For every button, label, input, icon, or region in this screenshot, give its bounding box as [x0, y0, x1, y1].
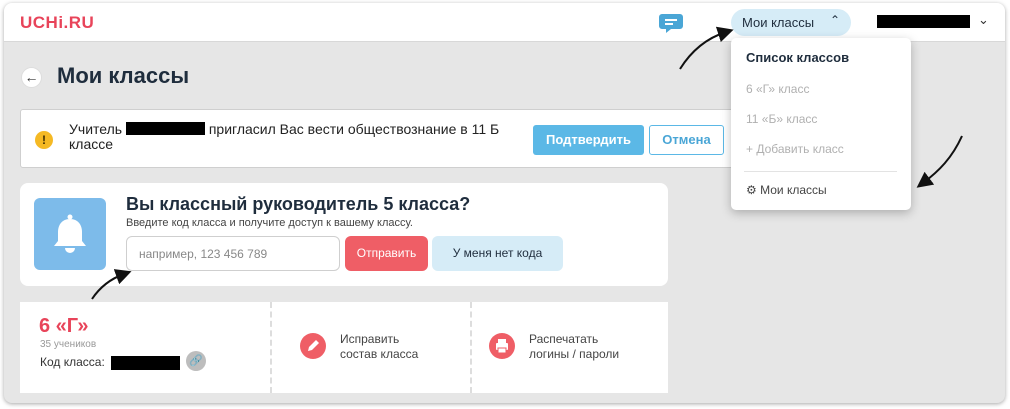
- dropdown-item-class-6g[interactable]: 6 «Г» класс: [746, 82, 809, 96]
- edit-class-line1: Исправить: [340, 332, 400, 346]
- dropdown-item-class-11b[interactable]: 11 «Б» класс: [746, 112, 817, 126]
- invite-text: Учитель пригласил Вас вести обществознан…: [69, 122, 539, 152]
- confirm-button[interactable]: Подтвердить: [533, 125, 644, 155]
- invite-banner: ! Учитель пригласил Вас вести обществозн…: [20, 109, 738, 168]
- print-logins-label: Распечатать логины / пароли: [529, 332, 619, 362]
- back-button[interactable]: ←: [21, 67, 42, 88]
- link-icon[interactable]: 🔗: [186, 351, 206, 371]
- my-classes-menu-button[interactable]: Мои классы ⌃: [731, 9, 851, 36]
- teacher-name-redacted: [125, 122, 205, 135]
- printer-icon: [489, 333, 515, 359]
- class-code-label: Код класса:: [40, 355, 105, 369]
- homeroom-card: Вы классный руководитель 5 класса? Введи…: [20, 183, 668, 286]
- class-code-redacted: [111, 356, 180, 370]
- top-bar: UCHi.RU Мои классы ⌃ ⌄: [4, 3, 1005, 42]
- cancel-button[interactable]: Отмена: [649, 125, 724, 155]
- send-button[interactable]: Отправить: [345, 236, 428, 271]
- edit-class-label: Исправить состав класса: [340, 332, 418, 362]
- homeroom-title: Вы классный руководитель 5 класса?: [126, 194, 471, 214]
- dropdown-divider: [744, 171, 897, 172]
- print-logins-line1: Распечатать: [529, 332, 599, 346]
- logo[interactable]: UCHi.RU: [20, 13, 94, 33]
- chat-icon[interactable]: [659, 11, 687, 40]
- user-name-redacted[interactable]: [877, 15, 970, 28]
- my-classes-menu-label: Мои классы: [742, 15, 815, 30]
- dropdown-my-classes[interactable]: ⚙ Мои классы: [746, 183, 827, 197]
- my-classes-dropdown: Список классов 6 «Г» класс 11 «Б» класс …: [731, 38, 911, 210]
- class-code-input[interactable]: [126, 236, 340, 271]
- student-count: 35 учеников: [40, 339, 97, 350]
- page-title: Мои классы: [57, 63, 190, 88]
- print-logins-line2: логины / пароли: [529, 347, 620, 361]
- chevron-down-icon[interactable]: ⌄: [978, 12, 989, 28]
- no-code-button[interactable]: У меня нет кода: [432, 236, 563, 271]
- bell-icon: [34, 198, 106, 270]
- invite-text-before: Учитель: [69, 121, 123, 137]
- chevron-up-icon: ⌃: [829, 13, 840, 27]
- dropdown-heading: Список классов: [746, 50, 850, 65]
- class-card: 6 «Г» 35 учеников Код класса: 🔗 Исправит…: [20, 302, 668, 393]
- dropdown-my-classes-label: Мои классы: [760, 183, 827, 197]
- pencil-icon: [300, 333, 326, 359]
- class-name[interactable]: 6 «Г»: [39, 315, 89, 338]
- app-window: UCHi.RU Мои классы ⌃ ⌄ ← Мои классы ! Уч…: [4, 3, 1005, 403]
- dropdown-add-class[interactable]: + Добавить класс: [746, 142, 844, 156]
- gear-icon: ⚙: [746, 183, 757, 197]
- homeroom-subtitle: Введите код класса и получите доступ к в…: [126, 217, 413, 229]
- arrow-to-my-classes: [916, 135, 963, 188]
- warning-icon: !: [35, 131, 53, 149]
- divider: [470, 302, 472, 393]
- divider: [270, 302, 272, 393]
- edit-class-line2: состав класса: [340, 347, 419, 361]
